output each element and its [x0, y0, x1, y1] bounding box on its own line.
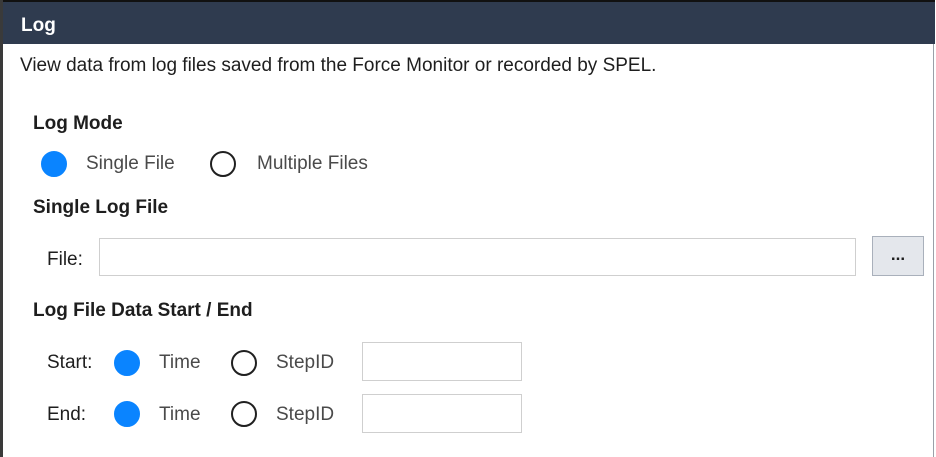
data-range-heading: Log File Data Start / End — [33, 300, 253, 321]
start-stepid-input[interactable] — [362, 342, 522, 381]
start-time-label[interactable]: Time — [159, 352, 201, 374]
log-mode-heading: Log Mode — [33, 113, 123, 134]
end-time-radio[interactable] — [114, 401, 140, 427]
panel-description: View data from log files saved from the … — [20, 55, 657, 76]
browse-button[interactable]: ... — [872, 236, 924, 276]
multiple-files-label[interactable]: Multiple Files — [257, 153, 368, 175]
file-path-input[interactable] — [99, 238, 856, 276]
file-label: File: — [47, 249, 83, 270]
start-label: Start: — [47, 352, 93, 373]
end-stepid-radio[interactable] — [231, 401, 257, 427]
single-log-file-heading: Single Log File — [33, 197, 169, 218]
panel-title: Log — [21, 15, 56, 36]
start-stepid-radio[interactable] — [231, 350, 257, 376]
end-stepid-input[interactable] — [362, 394, 522, 433]
end-time-label[interactable]: Time — [159, 404, 201, 426]
end-stepid-label[interactable]: StepID — [276, 404, 334, 426]
start-stepid-label[interactable]: StepID — [276, 352, 334, 374]
multiple-files-radio[interactable] — [210, 151, 236, 177]
end-label: End: — [47, 404, 87, 425]
start-time-radio[interactable] — [114, 350, 140, 376]
single-file-label[interactable]: Single File — [86, 153, 175, 175]
panel-header: Log — [3, 0, 935, 44]
single-file-radio[interactable] — [41, 151, 67, 177]
